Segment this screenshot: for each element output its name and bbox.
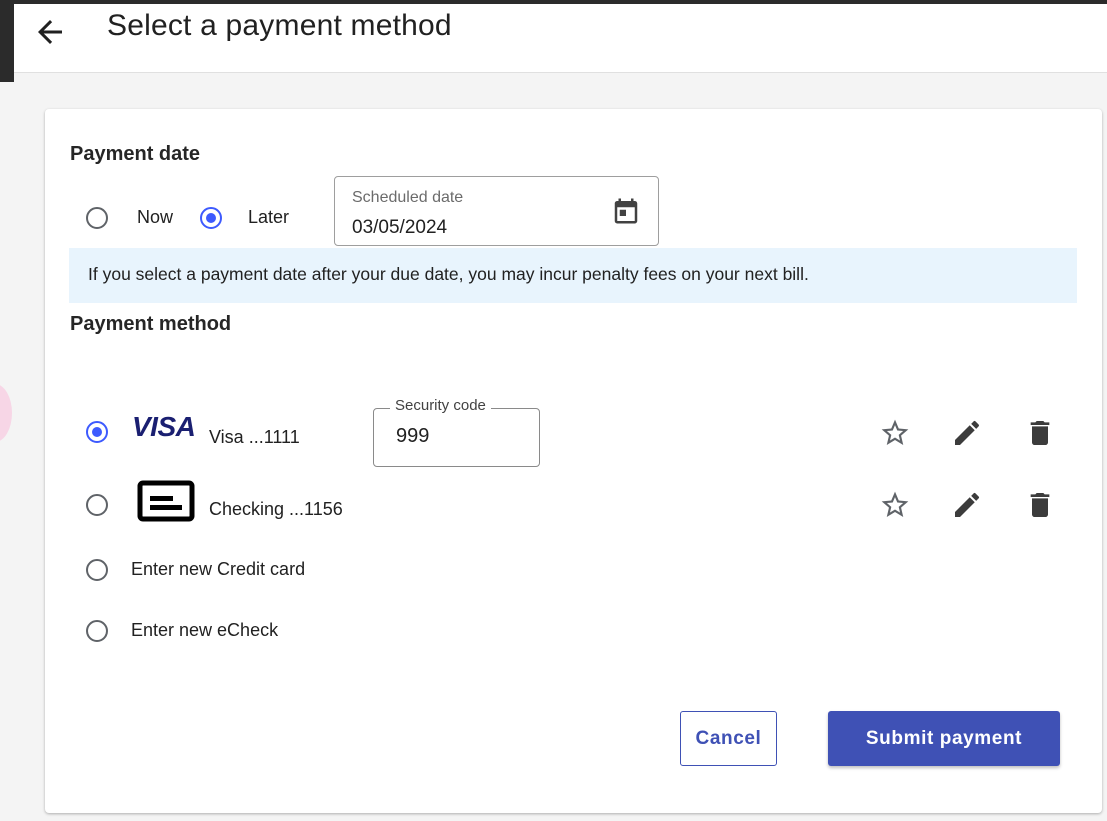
radio-now-label: Now (137, 207, 174, 227)
visa-card-label: Visa ...1111 (209, 427, 300, 447)
radio-new-echeck[interactable] (86, 620, 108, 642)
checking-account-label: Checking ...1156 (209, 499, 343, 519)
payment-card: Payment date Now Later Scheduled date 03… (45, 109, 1102, 813)
calendar-icon[interactable] (611, 196, 641, 226)
background-decoration (0, 384, 12, 442)
bank-check-icon (137, 480, 195, 522)
pencil-icon[interactable] (951, 417, 983, 449)
new-credit-card-label: Enter new Credit card (131, 559, 306, 579)
new-echeck-label: Enter new eCheck (131, 620, 279, 640)
arrow-left-icon (38, 20, 62, 44)
page-title: Select a payment method (107, 9, 452, 42)
page-header: Select a payment method (14, 4, 1107, 73)
radio-later-label: Later (248, 207, 290, 227)
star-outline-icon[interactable] (879, 489, 911, 521)
info-banner-text: If you select a payment date after your … (88, 264, 809, 284)
radio-later[interactable] (200, 207, 222, 229)
payment-method-title: Payment method (70, 313, 232, 335)
window-left-strip (0, 0, 14, 82)
security-code-label: Security code (390, 397, 491, 414)
info-banner: If you select a payment date after your … (69, 248, 1077, 303)
back-button[interactable] (32, 14, 68, 50)
security-code-input[interactable] (396, 425, 526, 448)
scheduled-date-value: 03/05/2024 (352, 217, 448, 238)
submit-payment-button[interactable]: Submit payment (828, 711, 1060, 766)
security-code-field: Security code (373, 397, 540, 467)
scheduled-date-label: Scheduled date (352, 189, 464, 206)
radio-visa[interactable] (86, 421, 108, 443)
visa-logo: VISA (132, 411, 196, 442)
radio-now[interactable] (86, 207, 108, 229)
trash-icon[interactable] (1024, 489, 1056, 521)
radio-checking[interactable] (86, 494, 108, 516)
cancel-button[interactable]: Cancel (680, 711, 777, 766)
payment-date-title: Payment date (70, 143, 201, 165)
pencil-icon[interactable] (951, 489, 983, 521)
scheduled-date-field[interactable]: Scheduled date 03/05/2024 (334, 176, 659, 246)
radio-new-credit-card[interactable] (86, 559, 108, 581)
star-outline-icon[interactable] (879, 417, 911, 449)
trash-icon[interactable] (1024, 417, 1056, 449)
